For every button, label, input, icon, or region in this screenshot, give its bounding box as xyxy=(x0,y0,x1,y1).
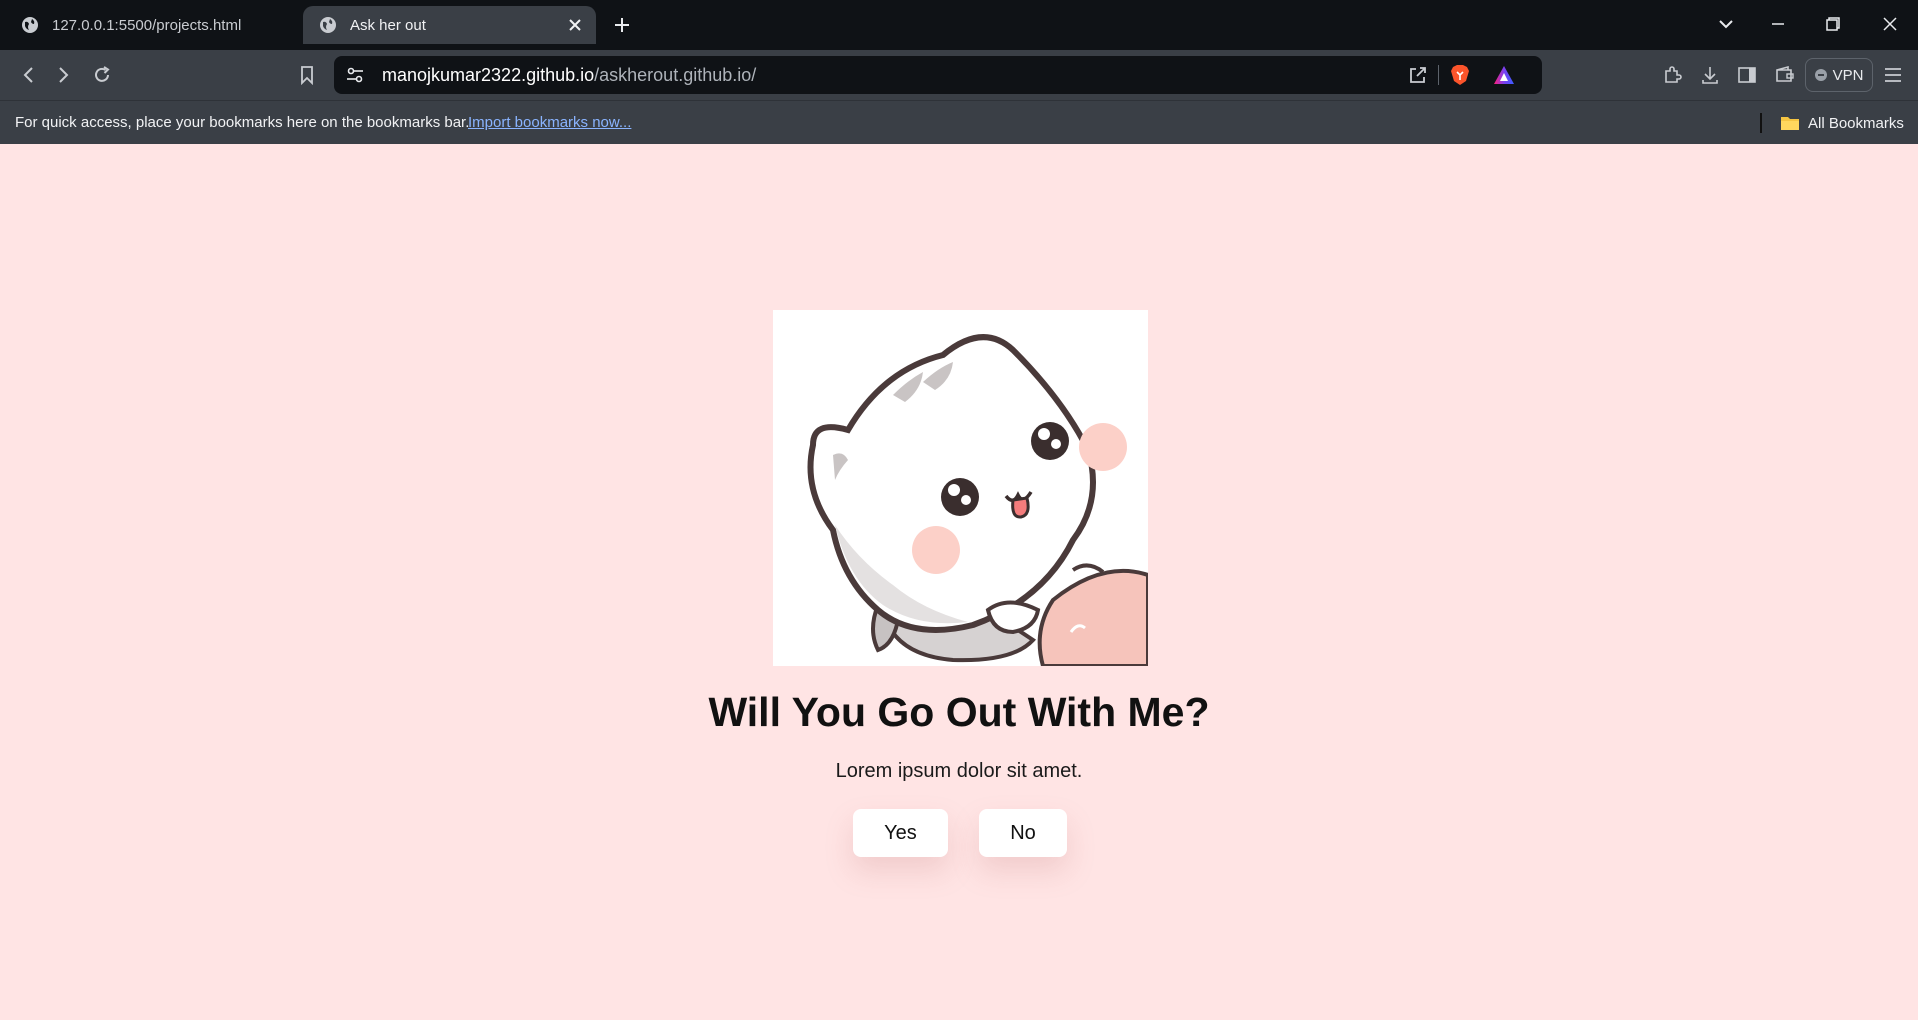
tab-title: Ask her out xyxy=(350,16,426,34)
tab-title: 127.0.0.1:5500/projects.html xyxy=(52,16,242,34)
plus-icon xyxy=(615,18,629,32)
restore-icon xyxy=(1826,17,1840,31)
new-tab-button[interactable] xyxy=(607,10,637,40)
vpn-status-icon xyxy=(1814,69,1827,81)
url-text[interactable]: manojkumar2322.github.io/askherout.githu… xyxy=(382,65,756,86)
sidebar-button[interactable] xyxy=(1731,59,1763,91)
vpn-button[interactable]: VPN xyxy=(1805,58,1873,92)
back-icon xyxy=(23,67,33,83)
back-button[interactable] xyxy=(12,59,44,91)
globe-icon xyxy=(318,15,338,35)
brave-shields-icon[interactable] xyxy=(1446,62,1474,88)
bookmark-icon xyxy=(301,66,313,85)
divider xyxy=(1438,65,1439,85)
divider xyxy=(1760,113,1762,133)
forward-icon xyxy=(59,67,69,83)
no-button[interactable]: No xyxy=(979,809,1067,857)
forward-button[interactable] xyxy=(48,59,80,91)
yes-button[interactable]: Yes xyxy=(853,809,948,857)
sidebar-icon xyxy=(1738,67,1756,83)
minimize-button[interactable] xyxy=(1758,6,1798,42)
restore-button[interactable] xyxy=(1813,6,1853,42)
tab-search-button[interactable] xyxy=(1706,6,1746,42)
page-content: Will You Go Out With Me? Lorem ipsum dol… xyxy=(0,144,1918,1020)
reload-button[interactable] xyxy=(86,59,118,91)
url-host: manojkumar2322.github.io xyxy=(382,65,595,85)
toolbar: manojkumar2322.github.io/askherout.githu… xyxy=(0,50,1918,100)
minimize-icon xyxy=(1772,23,1784,25)
bookmark-button[interactable] xyxy=(291,59,323,91)
vpn-label: VPN xyxy=(1832,66,1864,84)
wallet-icon xyxy=(1776,66,1794,82)
brave-rewards-icon[interactable] xyxy=(1490,62,1518,88)
import-bookmarks-link[interactable]: Import bookmarks now... xyxy=(468,114,631,131)
reload-icon xyxy=(95,66,110,82)
all-bookmarks-button[interactable]: All Bookmarks xyxy=(1780,111,1904,135)
bookmarks-hint: For quick access, place your bookmarks h… xyxy=(15,114,470,131)
bookmarks-bar: For quick access, place your bookmarks h… xyxy=(0,100,1918,144)
globe-icon xyxy=(20,15,40,35)
close-icon[interactable] xyxy=(560,10,590,40)
close-icon xyxy=(1883,17,1897,31)
close-window-button[interactable] xyxy=(1870,6,1910,42)
extensions-icon xyxy=(1665,66,1682,83)
url-path: /askherout.github.io/ xyxy=(594,65,757,85)
all-bookmarks-label: All Bookmarks xyxy=(1808,114,1904,132)
page-title: Will You Go Out With Me? xyxy=(708,689,1210,735)
downloads-button[interactable] xyxy=(1694,59,1726,91)
tab-ask-her-out[interactable]: Ask her out xyxy=(303,6,596,44)
menu-icon xyxy=(1885,68,1901,82)
page-subtitle: Lorem ipsum dolor sit amet. xyxy=(835,760,1083,782)
tab-projects[interactable]: 127.0.0.1:5500/projects.html xyxy=(8,6,298,44)
main-menu-button[interactable] xyxy=(1877,59,1909,91)
chevron-down-icon xyxy=(1719,20,1733,29)
share-icon[interactable] xyxy=(1404,62,1432,88)
tab-strip: 127.0.0.1:5500/projects.html Ask her out xyxy=(0,0,1918,50)
wallet-button[interactable] xyxy=(1769,59,1801,91)
download-icon xyxy=(1702,67,1718,84)
cat-image xyxy=(773,310,1148,666)
folder-icon xyxy=(1781,117,1799,130)
address-bar[interactable]: manojkumar2322.github.io/askherout.githu… xyxy=(334,56,1542,94)
site-settings-icon[interactable] xyxy=(344,64,366,86)
extensions-button[interactable] xyxy=(1656,59,1688,91)
